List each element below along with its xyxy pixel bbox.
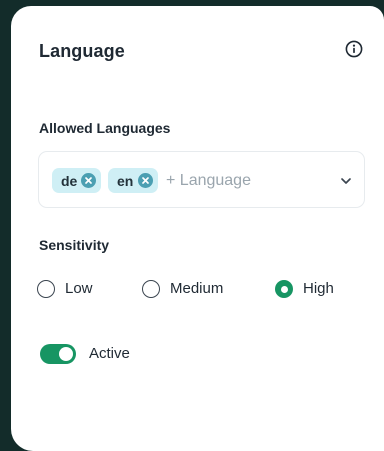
close-circle-icon[interactable] [81, 173, 96, 188]
card-header: Language [39, 40, 363, 62]
language-chip-en: en [108, 168, 158, 193]
card-title: Language [39, 41, 125, 61]
add-language-input[interactable]: + Language [166, 171, 251, 191]
toggle-knob [59, 347, 73, 361]
language-chip-de: de [52, 168, 101, 193]
chevron-down-icon[interactable] [339, 174, 353, 186]
active-toggle[interactable] [40, 344, 76, 364]
radio-label: High [303, 280, 334, 297]
radio-unchecked-icon[interactable] [37, 280, 55, 298]
active-toggle-label: Active [89, 345, 130, 362]
radio-label: Medium [170, 280, 224, 297]
radio-label: Low [65, 280, 93, 297]
info-icon[interactable] [345, 40, 363, 58]
allowed-languages-select[interactable]: de en + Language [38, 151, 365, 208]
radio-dot [280, 285, 288, 293]
close-circle-icon[interactable] [138, 173, 153, 188]
chip-label: en [117, 172, 134, 189]
page-background: Language Allowed Languages de en + Langu… [0, 0, 384, 451]
language-settings-card: Language Allowed Languages de en + Langu… [11, 6, 384, 451]
radio-checked-icon[interactable] [275, 280, 293, 298]
allowed-languages-label: Allowed Languages [39, 120, 171, 136]
radio-unchecked-icon[interactable] [142, 280, 160, 298]
chip-label: de [61, 172, 78, 189]
sensitivity-label: Sensitivity [39, 237, 110, 253]
